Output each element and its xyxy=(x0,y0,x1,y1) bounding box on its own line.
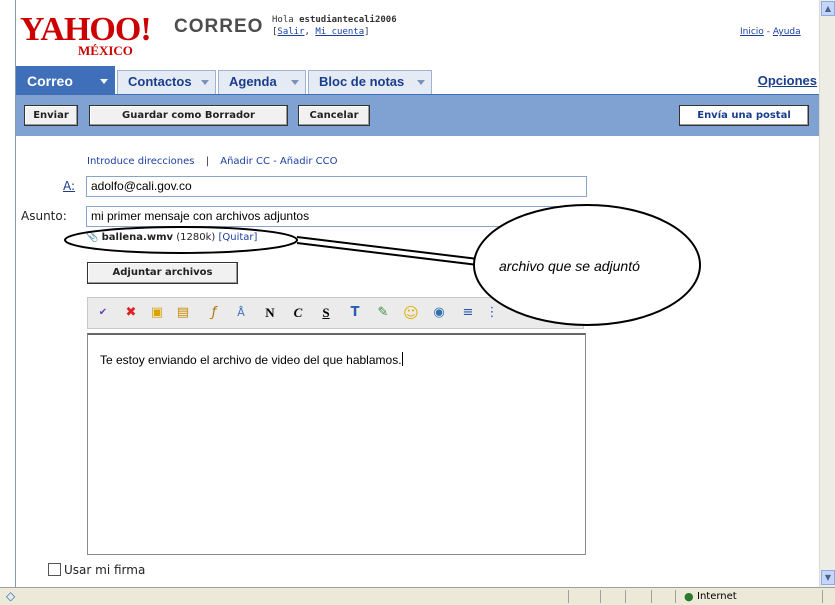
annotation-text: archivo que se adjuntó xyxy=(499,258,640,274)
ie-page-icon: ◇ xyxy=(6,589,16,603)
globe-icon: ● xyxy=(684,590,694,603)
status-divider xyxy=(568,590,569,603)
security-zone: Internet xyxy=(697,591,737,602)
status-divider xyxy=(625,590,626,603)
status-bar: ◇ ● Internet xyxy=(0,587,835,605)
annotation-overlay xyxy=(64,204,701,326)
scroll-down-icon[interactable]: ▼ xyxy=(821,570,835,585)
annotation-pointer-line-2 xyxy=(296,236,479,260)
status-divider xyxy=(675,590,676,603)
vertical-scrollbar[interactable]: ▲ ▼ xyxy=(819,0,835,587)
status-divider xyxy=(822,590,823,603)
status-divider xyxy=(600,590,601,603)
status-divider xyxy=(651,590,652,603)
annotation-pointer-line xyxy=(296,242,479,266)
attachment-highlight-ellipse xyxy=(64,226,298,254)
scroll-up-icon[interactable]: ▲ xyxy=(821,1,835,16)
